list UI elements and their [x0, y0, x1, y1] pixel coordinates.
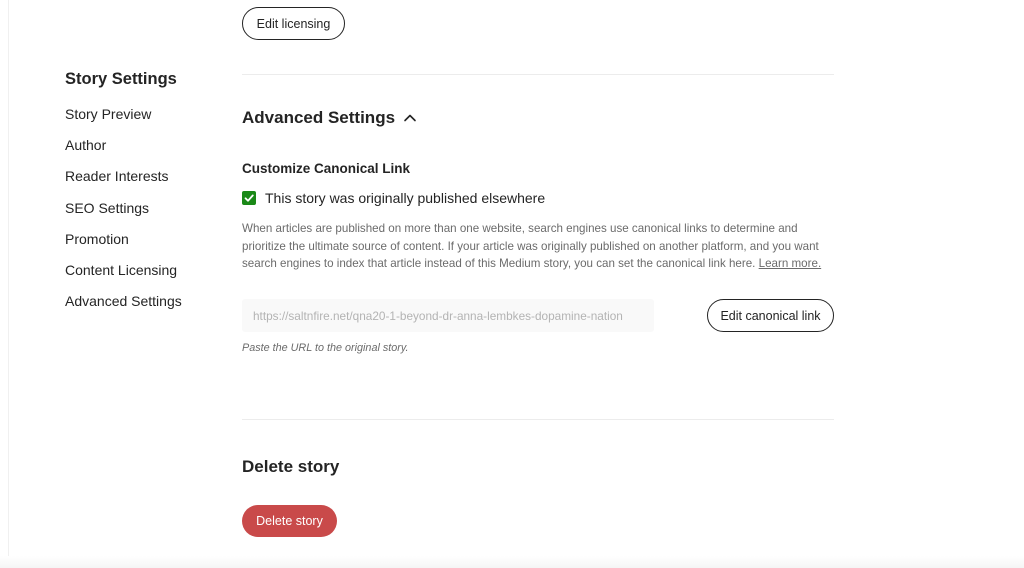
page-left-border: [8, 0, 9, 568]
edit-canonical-link-button[interactable]: Edit canonical link: [707, 299, 834, 332]
canonical-url-input[interactable]: [242, 299, 654, 332]
settings-sidebar: Story Settings Story Preview Author Read…: [65, 68, 235, 317]
section-divider: [242, 419, 834, 420]
sidebar-title: Story Settings: [65, 70, 177, 88]
sidebar-item-author[interactable]: Author: [65, 129, 235, 160]
delete-story-title: Delete story: [242, 457, 340, 476]
sidebar-item-advanced-settings[interactable]: Advanced Settings: [65, 286, 235, 317]
edit-licensing-button[interactable]: Edit licensing: [242, 7, 345, 40]
canonical-url-hint: Paste the URL to the original story.: [242, 342, 409, 354]
bottom-shade: [0, 556, 1024, 568]
sidebar-item-seo-settings[interactable]: SEO Settings: [65, 192, 235, 223]
originally-published-checkbox[interactable]: [242, 191, 256, 205]
canonical-link-title: Customize Canonical Link: [242, 161, 411, 176]
sidebar-item-content-licensing[interactable]: Content Licensing: [65, 254, 235, 285]
checkmark-icon: [244, 194, 254, 202]
originally-published-label[interactable]: This story was originally published else…: [265, 190, 545, 206]
delete-story-button[interactable]: Delete story: [242, 505, 337, 537]
chevron-up-icon[interactable]: [403, 111, 417, 125]
sidebar-item-reader-interests[interactable]: Reader Interests: [65, 161, 235, 192]
advanced-settings-title: Advanced Settings: [242, 108, 396, 127]
sidebar-item-promotion[interactable]: Promotion: [65, 223, 235, 254]
advanced-settings-header[interactable]: Advanced Settings: [242, 108, 417, 128]
sidebar-item-story-preview[interactable]: Story Preview: [65, 98, 235, 129]
canonical-description-text: When articles are published on more than…: [242, 222, 819, 271]
originally-published-row: This story was originally published else…: [242, 190, 545, 206]
canonical-description: When articles are published on more than…: [242, 220, 834, 273]
learn-more-link[interactable]: Learn more.: [759, 257, 822, 270]
section-divider: [242, 74, 834, 75]
